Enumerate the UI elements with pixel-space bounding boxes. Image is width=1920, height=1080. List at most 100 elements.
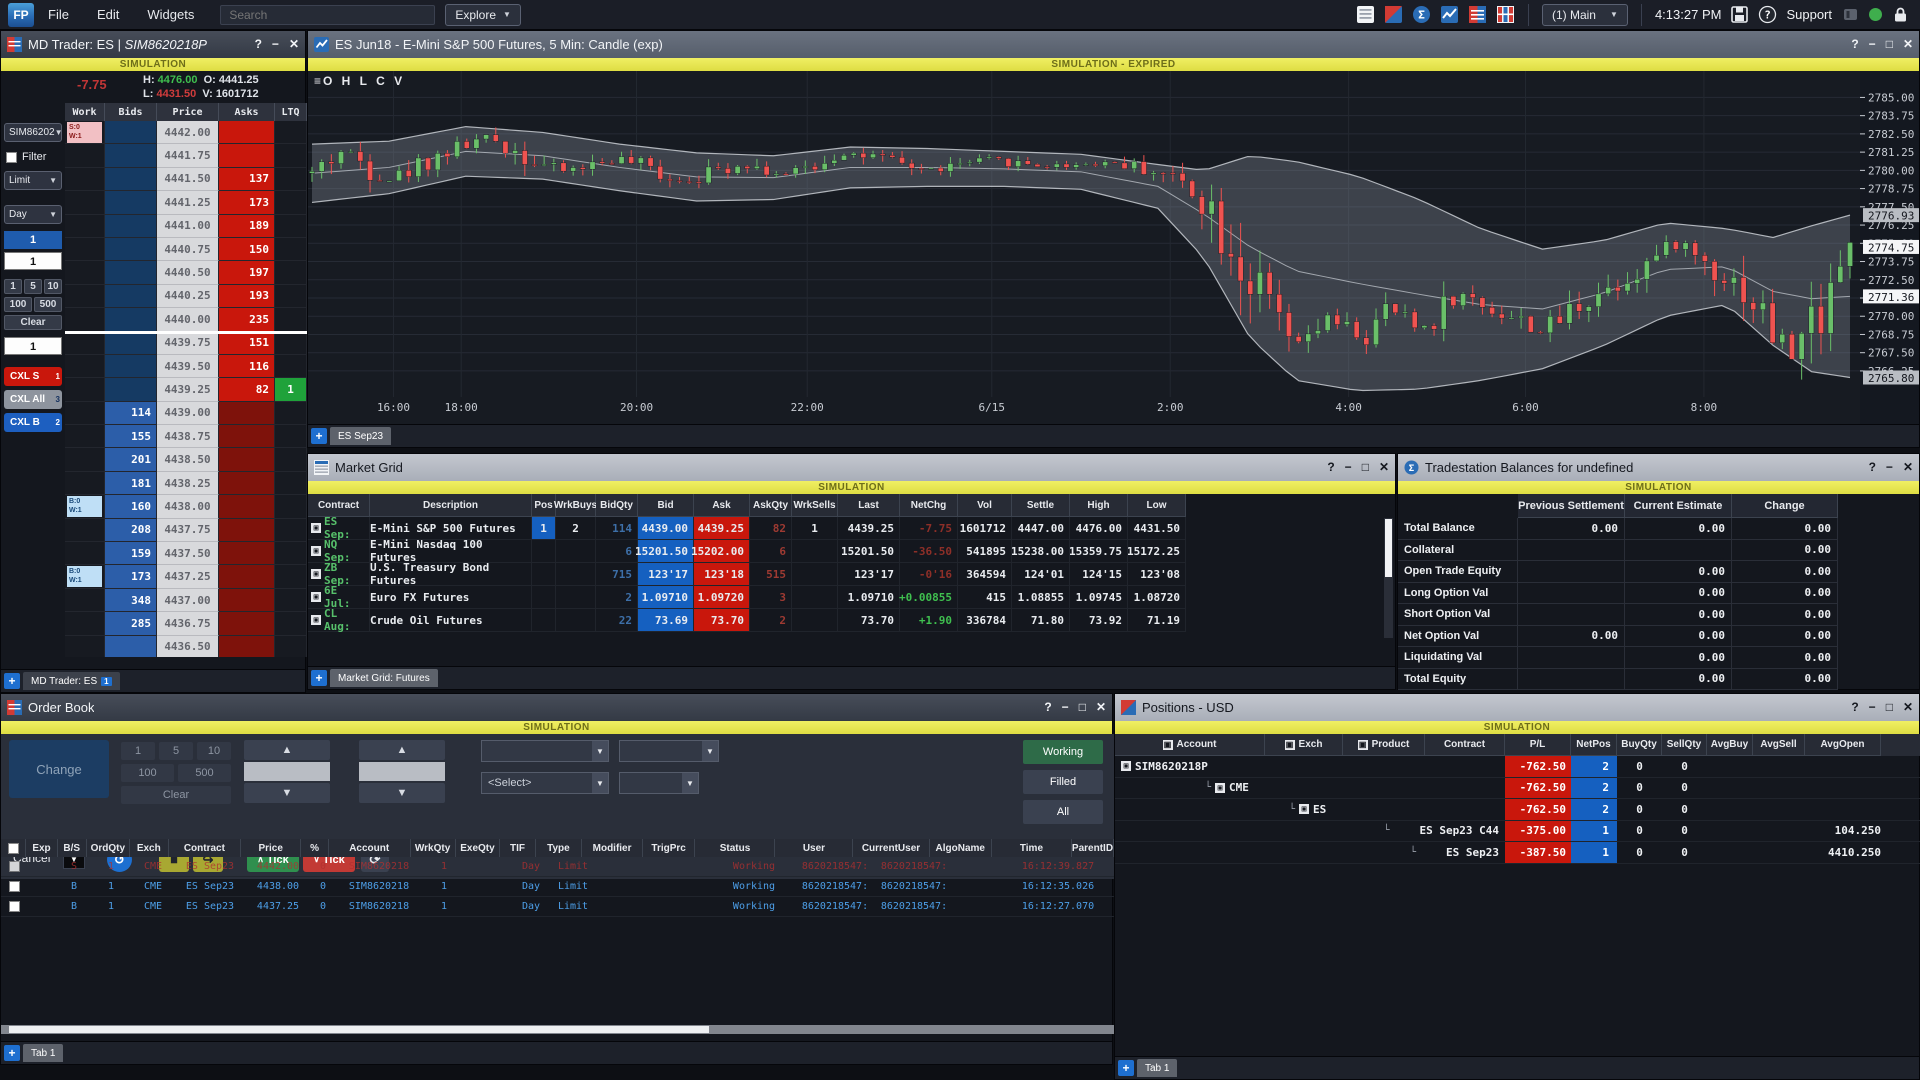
help-button[interactable]: ?	[1327, 454, 1334, 481]
col-avgbuy[interactable]: AvgBuy	[1707, 734, 1753, 756]
account-select[interactable]: ▼	[619, 772, 699, 794]
checkbox-icon[interactable]	[8, 843, 19, 854]
col-price[interactable]: Price	[241, 839, 301, 857]
ladder-price-cell[interactable]: 4438.25	[157, 472, 219, 495]
ladder-work-cell[interactable]	[65, 448, 105, 471]
order-row[interactable]: B1CMEES Sep234437.250SIM86202181DayLimit…	[1, 897, 1114, 917]
cxl-buy-button[interactable]: CXL B2	[4, 413, 62, 432]
cell-wrksells[interactable]	[792, 563, 838, 586]
clear-button[interactable]: Clear	[4, 315, 62, 330]
cell-vol[interactable]: 336784	[958, 609, 1012, 632]
account-dropdown[interactable]: SIM86202▼	[4, 123, 62, 142]
ladder-ask-cell[interactable]	[219, 612, 275, 635]
col-wrkqty[interactable]: WrkQty	[411, 839, 456, 857]
cell-askqty[interactable]: 82	[750, 517, 792, 540]
cell-desc[interactable]: Euro FX Futures	[370, 586, 532, 609]
col-netpos[interactable]: NetPos	[1571, 734, 1617, 756]
ladder-work-cell[interactable]	[65, 238, 105, 261]
tab-1[interactable]: Tab 1	[23, 1044, 63, 1062]
ladder-ask-cell[interactable]	[219, 402, 275, 425]
col-netchg[interactable]: NetChg	[900, 494, 958, 517]
ladder-price-cell[interactable]: 4436.50	[157, 636, 219, 657]
qty-stepper[interactable]: ▲ ▼	[359, 740, 445, 803]
col-account[interactable]: Account	[329, 839, 411, 857]
support-label[interactable]: Support	[1786, 7, 1832, 22]
horizontal-scrollbar[interactable]	[1, 1025, 1114, 1034]
minimize-button[interactable]: −	[1869, 31, 1876, 58]
expand-icon[interactable]: ▣	[311, 546, 321, 556]
col-account[interactable]: ▣Account	[1115, 734, 1265, 756]
step-up-icon[interactable]: ▲	[244, 740, 330, 760]
ladder-work-cell[interactable]	[65, 402, 105, 425]
ladder-bid-cell[interactable]	[105, 238, 157, 261]
menu-icon[interactable]: ≡	[314, 74, 321, 88]
cell-wrksells[interactable]: 1	[792, 517, 838, 540]
cell-ask[interactable]: 123'18	[694, 563, 750, 586]
ladder-bid-cell[interactable]: 348	[105, 589, 157, 612]
cell-netchg[interactable]: -36.50	[900, 540, 958, 563]
ladder-bid-cell[interactable]: 160	[105, 495, 157, 518]
col-previous-settlement[interactable]: Previous Settlement	[1518, 494, 1625, 518]
ladder-bid-cell[interactable]	[105, 378, 157, 401]
ladder-row[interactable]: 4441.50137	[65, 168, 307, 191]
cell-bidqty[interactable]: 715	[596, 563, 638, 586]
cxl-all-button[interactable]: CXL All3	[4, 390, 62, 409]
minimize-button[interactable]: −	[1062, 694, 1069, 721]
col-time[interactable]: Time	[992, 839, 1072, 857]
cell-settle[interactable]: 15238.00	[1012, 540, 1070, 563]
col-exch[interactable]: Exch	[130, 839, 169, 857]
market-grid-row[interactable]: ▣ES Sep:E-Mini S&P 500 Futures121144439.…	[308, 517, 1186, 540]
position-row[interactable]: └ES Sep23 C44-375.00100104.250	[1115, 821, 1920, 843]
ladder-bid-cell[interactable]: 173	[105, 565, 157, 588]
ladder-bid-cell[interactable]	[105, 308, 157, 331]
cell-bid[interactable]: 73.69	[638, 609, 694, 632]
cell-vol[interactable]: 415	[958, 586, 1012, 609]
col-parentid[interactable]: ParentID	[1072, 839, 1114, 857]
ladder-row[interactable]: 4441.25173	[65, 191, 307, 214]
col-algoname[interactable]: AlgoName	[930, 839, 992, 857]
workspace-dropdown[interactable]: (1) Main ▼	[1542, 4, 1628, 26]
ladder-work-cell[interactable]	[65, 332, 105, 355]
close-button[interactable]: ✕	[1379, 454, 1389, 481]
positions-icon[interactable]	[1384, 5, 1403, 24]
cell-contract[interactable]: ▣CL Aug:	[308, 609, 370, 632]
col-exch[interactable]: ▣Exch	[1265, 734, 1343, 756]
col-low[interactable]: Low	[1128, 494, 1186, 517]
cell-desc[interactable]: U.S. Treasury Bond Futures	[370, 563, 532, 586]
ladder-bid-cell[interactable]	[105, 121, 157, 144]
cell-pos[interactable]	[532, 563, 556, 586]
market-grid-row[interactable]: ▣ZB Sep:U.S. Treasury Bond Futures715123…	[308, 563, 1186, 586]
cell-pos[interactable]: 1	[532, 517, 556, 540]
ladder-work-cell[interactable]: S:0W:1	[65, 121, 105, 144]
ladder-row[interactable]: 4440.50197	[65, 261, 307, 284]
ladder-price-cell[interactable]: 4438.75	[157, 425, 219, 448]
cell-netchg[interactable]: +0.00855	[900, 586, 958, 609]
ladder-bid-cell[interactable]: 155	[105, 425, 157, 448]
order-type-dropdown[interactable]: Limit▼	[4, 171, 62, 190]
ladder-bid-cell[interactable]: 285	[105, 612, 157, 635]
col-bid[interactable]: Bid	[638, 494, 694, 517]
qty-preset-1[interactable]: 1	[4, 279, 22, 294]
col-vol[interactable]: Vol	[958, 494, 1012, 517]
expand-icon[interactable]: ▣	[311, 615, 321, 625]
order-row[interactable]: S1CMEES Sep234442.000SIM86202181DayLimit…	[1, 857, 1114, 877]
cell-bid[interactable]: 123'17	[638, 563, 694, 586]
close-button[interactable]: ✕	[1903, 31, 1913, 58]
ladder-price-cell[interactable]: 4438.50	[157, 448, 219, 471]
cell-settle[interactable]: 1.08855	[1012, 586, 1070, 609]
ladder-price-cell[interactable]: 4440.00	[157, 308, 219, 331]
cell-ask[interactable]: 1.09720	[694, 586, 750, 609]
ladder-bid-cell[interactable]	[105, 215, 157, 238]
cell-pos[interactable]	[532, 609, 556, 632]
step-down-icon[interactable]: ▼	[359, 783, 445, 803]
cell-bidqty[interactable]: 6	[596, 540, 638, 563]
ladder-row[interactable]: 2014438.50	[65, 448, 307, 471]
ladder-price-cell[interactable]: 4436.75	[157, 612, 219, 635]
help-button[interactable]: ?	[255, 31, 262, 58]
close-button[interactable]: ✕	[1096, 694, 1106, 721]
ladder-row[interactable]: 1554438.75	[65, 425, 307, 448]
tif-dropdown[interactable]: Day▼	[4, 205, 62, 224]
help-button[interactable]: ?	[1869, 454, 1876, 481]
ladder-ask-cell[interactable]: 197	[219, 261, 275, 284]
chart-ohlcv-toggle[interactable]: ≡ O H L C V	[314, 74, 405, 88]
